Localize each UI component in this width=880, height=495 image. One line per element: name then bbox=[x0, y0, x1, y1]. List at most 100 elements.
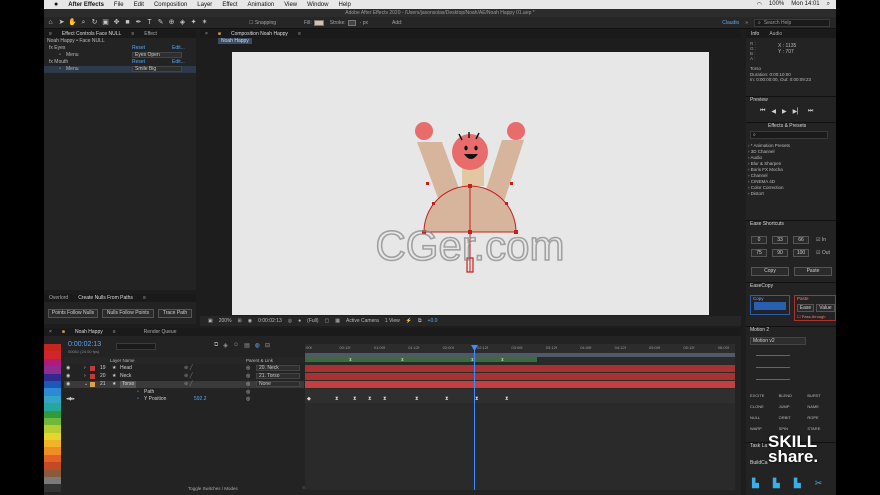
label-color-swatch[interactable] bbox=[90, 374, 95, 379]
motion-tool-blend[interactable]: BLEND bbox=[779, 390, 808, 401]
effects-search-input[interactable]: ⌕ bbox=[750, 131, 828, 139]
easecopy-copy-button[interactable] bbox=[754, 302, 786, 310]
ease-value-0[interactable]: 0 bbox=[751, 236, 767, 244]
play-icon[interactable]: ▶ bbox=[782, 108, 787, 115]
effect-eyes-name[interactable]: fx Eyes bbox=[49, 45, 65, 52]
trace-path-button[interactable]: Trace Path bbox=[158, 309, 192, 318]
hand-tool-icon[interactable]: ✋ bbox=[68, 18, 77, 27]
panel-menu-icon[interactable]: ≡ bbox=[44, 31, 57, 37]
easecopy-value-button[interactable]: Value bbox=[816, 304, 835, 312]
label-color-swatch[interactable] bbox=[90, 366, 95, 371]
timeline-timecode[interactable]: 0:00:02:13 bbox=[68, 341, 101, 348]
tab-effect-controls[interactable]: Effect Controls Face NULL bbox=[57, 31, 126, 37]
menu-file[interactable]: File bbox=[114, 2, 124, 8]
motion-tool-burst[interactable]: BURST bbox=[807, 390, 836, 401]
clone-tool-icon[interactable]: ⊕ bbox=[167, 18, 176, 27]
palette-color-swatch[interactable] bbox=[44, 403, 61, 411]
exposure-value[interactable]: +0.0 bbox=[428, 318, 438, 324]
palette-color-swatch[interactable] bbox=[44, 380, 61, 389]
fill-swatch[interactable] bbox=[313, 19, 324, 26]
palette-color-swatch[interactable] bbox=[44, 440, 61, 448]
eraser-tool-icon[interactable]: ◈ bbox=[178, 18, 187, 27]
eyes-reset-link[interactable]: Reset bbox=[132, 45, 145, 52]
pickwhip-icon[interactable]: ◎ bbox=[246, 365, 250, 372]
graph-editor-icon[interactable]: ⊟ bbox=[265, 342, 270, 349]
property-row-y-position[interactable]: ◂◆▸ ◔ Y Position 592.2 ◎ bbox=[64, 396, 304, 403]
next-frame-icon[interactable]: ▶▏ bbox=[793, 108, 802, 115]
pickwhip-icon[interactable]: ◎ bbox=[246, 373, 250, 380]
selection-tool-icon[interactable]: ➤ bbox=[57, 18, 66, 27]
menu-edit[interactable]: Edit bbox=[134, 2, 144, 8]
stroke-width-value[interactable]: - px bbox=[360, 20, 368, 26]
palette-color-swatch[interactable] bbox=[44, 410, 61, 418]
motion-tool-name[interactable]: NAME bbox=[807, 401, 836, 412]
motion-blur-icon[interactable]: ◍ bbox=[255, 342, 260, 349]
tab-create-nulls[interactable]: Create Nulls From Paths bbox=[73, 295, 138, 301]
mouth-edit-link[interactable]: Edit... bbox=[172, 59, 185, 66]
ease-shortcuts-title[interactable]: Ease Shortcuts bbox=[746, 220, 836, 227]
mouth-menu-dropdown[interactable]: Smile Big bbox=[132, 66, 182, 72]
layer-name[interactable]: Head bbox=[120, 365, 132, 372]
motion-slider-3[interactable] bbox=[756, 379, 790, 380]
layer-switches[interactable]: ⊕ ╱ bbox=[184, 373, 193, 380]
menu-help[interactable]: Help bbox=[338, 2, 350, 8]
menu-app-name[interactable]: After Effects bbox=[68, 2, 104, 8]
motion-tool-null[interactable]: NULL bbox=[750, 412, 779, 423]
easecopy-passthrough-checkbox[interactable]: ☐ Pass-through bbox=[797, 314, 826, 319]
parent-dropdown[interactable]: 20. Neck bbox=[256, 365, 300, 371]
eyes-menu-dropdown[interactable]: Eyes Open bbox=[132, 52, 182, 58]
puppet-tool-icon[interactable]: ✶ bbox=[200, 18, 209, 27]
shape-tool-icon[interactable]: ■ bbox=[123, 18, 132, 27]
current-time-indicator[interactable] bbox=[474, 345, 475, 490]
effect-row-mouth[interactable]: fx Mouth Reset Edit... bbox=[44, 59, 196, 66]
palette-color-swatch[interactable] bbox=[44, 484, 61, 492]
composition-lock-icon[interactable]: ■ bbox=[213, 31, 226, 37]
camera-tool-icon[interactable]: ▣ bbox=[101, 18, 110, 27]
zoom-tool-icon[interactable]: ⌕ bbox=[79, 18, 88, 27]
close-icon[interactable]: × bbox=[44, 329, 57, 335]
palette-color-swatch[interactable] bbox=[44, 388, 61, 396]
resolution-dropdown[interactable]: (Full) bbox=[307, 318, 318, 324]
layer-switches[interactable]: ⊕ ╱ bbox=[184, 381, 193, 388]
stopwatch-icon[interactable]: ◔ bbox=[136, 389, 139, 396]
mouth-reset-link[interactable]: Reset bbox=[132, 59, 145, 66]
parent-dropdown[interactable]: 21. Torso bbox=[256, 373, 300, 379]
comp-timecode[interactable]: 0:00:02:13 bbox=[258, 318, 282, 324]
tab-menu-icon[interactable]: ≡ bbox=[108, 329, 121, 335]
motion-tool-rope[interactable]: ROPE bbox=[807, 412, 836, 423]
expand-icon[interactable]: › bbox=[84, 365, 86, 372]
palette-color-swatch[interactable] bbox=[44, 395, 61, 404]
nulls-follow-points-button[interactable]: Nulls Follow Points bbox=[102, 309, 154, 318]
effects-presets-title[interactable]: Effects & Presets bbox=[746, 122, 836, 129]
buildcast-icon-2[interactable]: ▙ bbox=[773, 478, 780, 489]
tab-menu-icon[interactable]: ≡ bbox=[293, 31, 306, 37]
ease-value-33[interactable]: 33 bbox=[772, 236, 788, 244]
tab-menu-icon[interactable]: ≡ bbox=[138, 295, 151, 301]
prev-frame-icon[interactable]: ◀ bbox=[771, 108, 776, 115]
ease-value-75[interactable]: 75 bbox=[751, 249, 767, 257]
palette-color-swatch[interactable] bbox=[44, 469, 61, 478]
layer-name[interactable]: Torso bbox=[120, 381, 137, 388]
label-color-swatch[interactable] bbox=[90, 382, 95, 387]
effect-mouth-name[interactable]: fx Mouth bbox=[49, 59, 68, 66]
roto-tool-icon[interactable]: ✦ bbox=[189, 18, 198, 27]
comp-breadcrumb[interactable]: Noah Happy bbox=[218, 38, 252, 44]
close-icon[interactable]: × bbox=[200, 31, 213, 37]
effects-item[interactable]: › Distort bbox=[748, 191, 790, 197]
palette-color-swatch[interactable] bbox=[44, 358, 61, 367]
snapshot-icon[interactable]: ◉ bbox=[248, 318, 252, 324]
buildcast-icon-3[interactable]: ▙ bbox=[794, 478, 801, 489]
tab-render-queue[interactable]: Render Queue bbox=[139, 329, 182, 335]
menu-composition[interactable]: Composition bbox=[154, 2, 187, 8]
keyframe-nav-icon[interactable]: ◂◆▸ bbox=[66, 396, 75, 403]
motion-slider-2[interactable] bbox=[756, 367, 790, 368]
menu-view[interactable]: View bbox=[284, 2, 297, 8]
ease-out-checkbox[interactable]: ☑ Out bbox=[816, 250, 830, 256]
visibility-icon[interactable]: ◉ bbox=[66, 373, 70, 380]
motion-tool-excite[interactable]: EXCITE bbox=[750, 390, 779, 401]
tab-menu-icon[interactable]: ≡ bbox=[126, 31, 139, 37]
palette-color-swatch[interactable] bbox=[44, 425, 61, 433]
snapping-checkbox[interactable]: ☐ Snapping bbox=[249, 20, 276, 26]
palette-color-swatch[interactable] bbox=[44, 454, 61, 463]
views-dropdown[interactable]: 1 View bbox=[385, 318, 400, 324]
